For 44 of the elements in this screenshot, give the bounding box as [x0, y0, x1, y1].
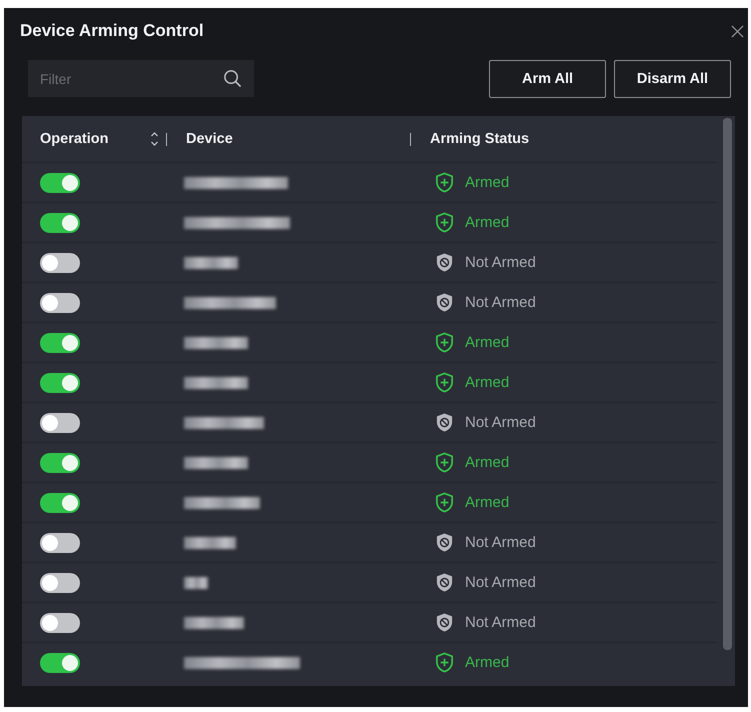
close-icon[interactable]	[731, 24, 744, 38]
status-text: Armed	[465, 654, 510, 671]
toggle-switch[interactable]	[40, 252, 80, 272]
status-text: Not Armed	[465, 254, 536, 271]
filter-field[interactable]: Filter	[28, 60, 254, 97]
blurred-text	[184, 536, 236, 548]
toggle-switch[interactable]	[40, 332, 80, 352]
toggle-switch[interactable]	[40, 652, 80, 672]
status-text: Armed	[465, 214, 510, 231]
status-text: Not Armed	[465, 614, 536, 631]
toggle-switch[interactable]	[40, 612, 80, 632]
blurred-text	[184, 376, 248, 388]
toggle-switch[interactable]	[40, 452, 80, 472]
toggle-switch[interactable]	[40, 372, 80, 392]
blurred-text	[184, 256, 238, 268]
status-text: Not Armed	[465, 574, 536, 591]
toggle-switch[interactable]	[40, 532, 80, 552]
toggle-switch[interactable]	[40, 492, 80, 512]
blurred-text	[184, 576, 208, 588]
scrollbar[interactable]	[723, 118, 732, 650]
action-button[interactable]: Disarm All	[614, 60, 731, 98]
status-text: Armed	[465, 374, 510, 391]
status-text: Armed	[465, 334, 510, 351]
column-header[interactable]: Operation	[40, 131, 150, 147]
sort-icon[interactable]	[150, 131, 159, 147]
search-icon[interactable]	[223, 69, 242, 88]
status-text: Armed	[465, 454, 510, 471]
status-text: Armed	[465, 174, 510, 191]
status-text: Armed	[465, 494, 510, 511]
blurred-text	[184, 616, 244, 628]
action-button[interactable]: Arm All	[489, 60, 606, 98]
blurred-text	[184, 456, 248, 468]
column-header[interactable]: Arming Status	[430, 131, 530, 147]
toggle-switch[interactable]	[40, 172, 80, 192]
toggle-switch[interactable]	[40, 412, 80, 432]
toggle-switch[interactable]	[40, 212, 80, 232]
column-header[interactable]: Device	[186, 131, 233, 147]
status-text: Not Armed	[465, 534, 536, 551]
status-text: Not Armed	[465, 294, 536, 311]
dialog-title: Device Arming Control	[20, 21, 205, 41]
toggle-switch[interactable]	[40, 292, 80, 312]
blurred-text	[184, 336, 248, 348]
status-text: Not Armed	[465, 414, 536, 431]
toggle-switch[interactable]	[40, 572, 80, 592]
